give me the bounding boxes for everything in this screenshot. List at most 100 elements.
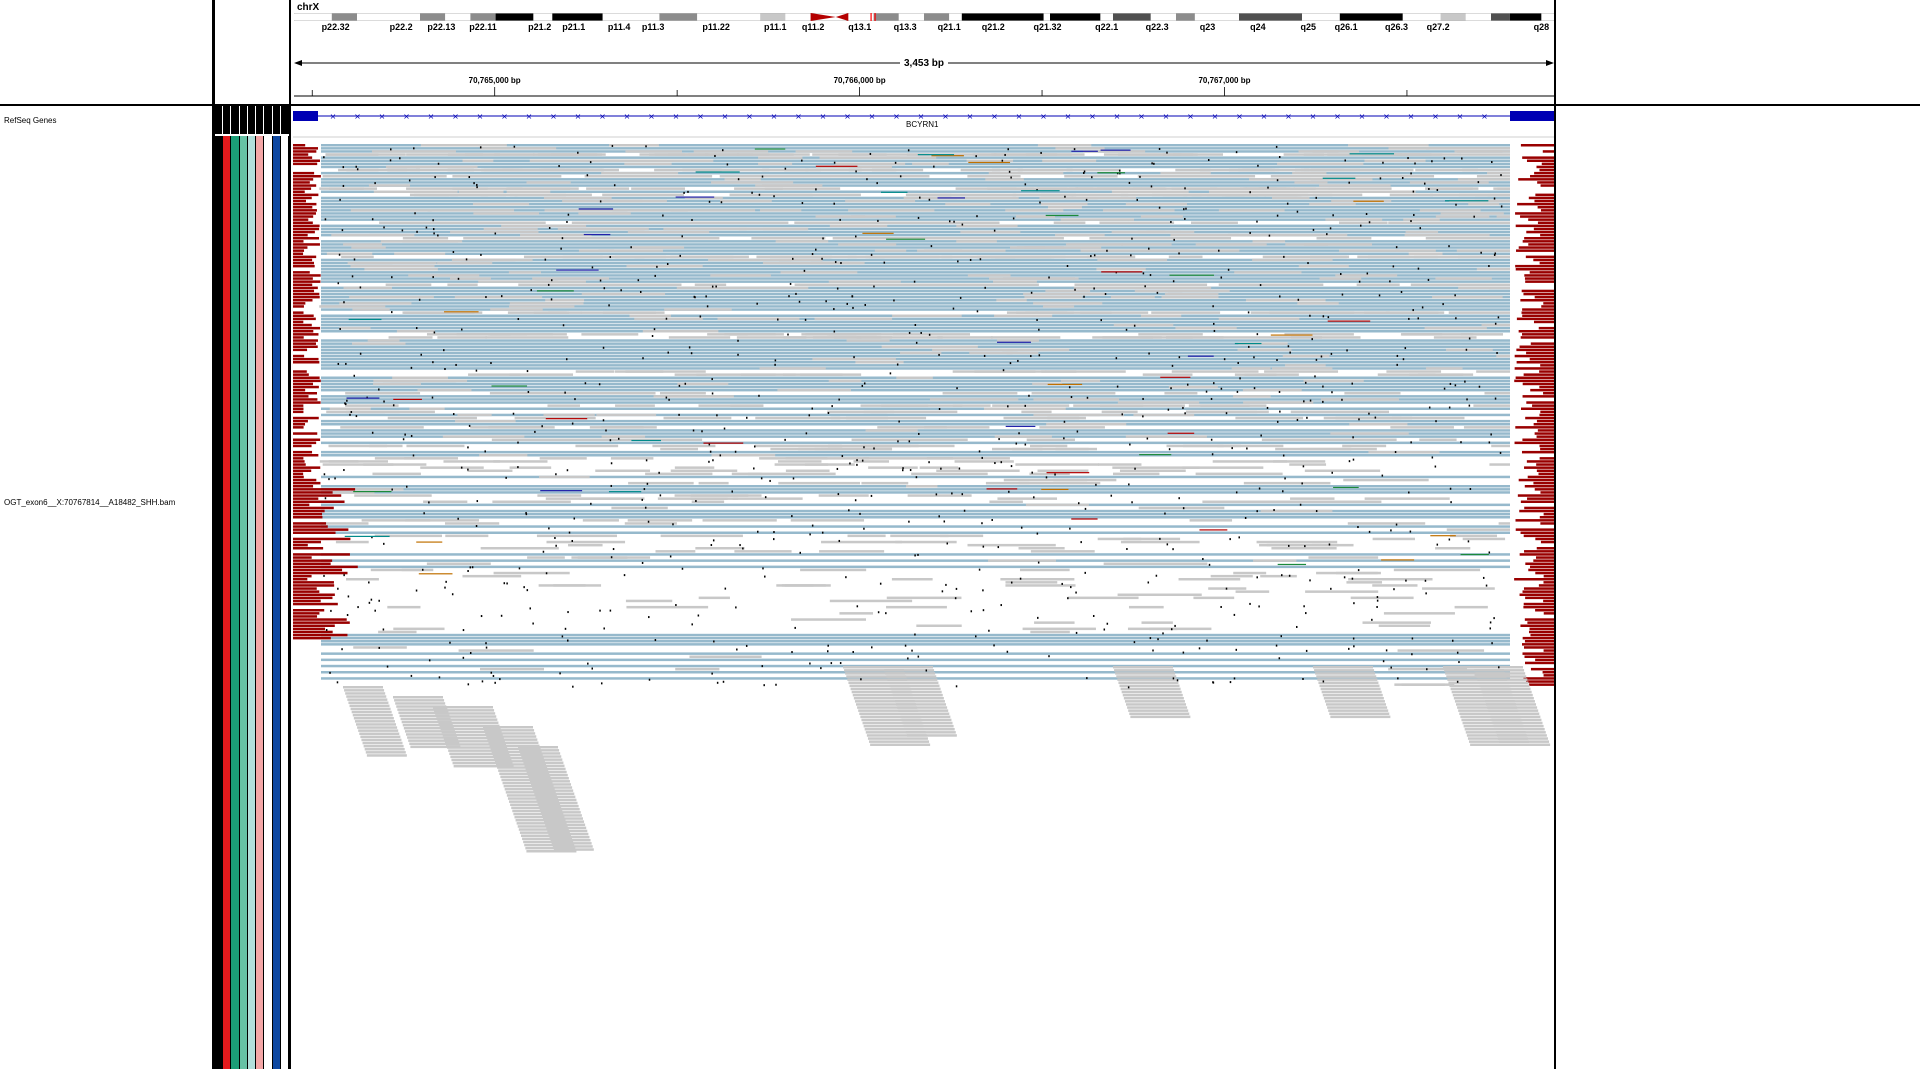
softclip-left [293,171,315,175]
attribute-column[interactable] [264,136,273,1069]
mismatch [1176,679,1179,682]
mismatch [976,310,979,313]
span-label: 3,453 bp [900,58,949,69]
mismatch [651,335,654,338]
read [804,283,880,286]
attribute-header-cell[interactable] [280,106,289,134]
attribute-header-cell[interactable] [223,106,231,134]
gene-label[interactable]: BCYRN1 [906,120,938,129]
mismatch [610,462,613,465]
attribute-column[interactable] [239,136,248,1069]
mismatch [870,494,873,497]
softclip-left [293,274,321,277]
mismatch [1396,363,1398,366]
attribute-column[interactable] [223,136,232,1069]
mismatch [1257,164,1259,167]
mismatch [911,649,913,652]
mismatch [1125,328,1128,331]
attribute-header-cell[interactable] [231,106,239,134]
read [493,571,570,575]
mismatch [863,446,865,449]
mismatch [764,496,767,499]
ruler-tick-label: 70,766,000 bp [834,76,886,85]
mismatch [467,570,469,573]
mismatch [1182,507,1185,510]
mismatch [517,441,519,444]
refseq-track-name[interactable]: RefSeq Genes [4,116,56,125]
read [1328,187,1392,190]
softclip-right [1516,317,1554,321]
chromosome-label[interactable]: chrX [297,2,319,13]
softclip-left [293,184,317,187]
mismatch [907,657,909,660]
mismatch [1279,410,1281,413]
read [351,246,386,249]
mismatch [1282,490,1284,493]
mismatch [928,198,931,201]
mismatch [1083,171,1085,174]
mismatch [1309,399,1312,402]
mismatch [951,492,953,495]
read [492,500,571,503]
mismatch [920,331,922,334]
cytoband [697,13,748,21]
read [1128,221,1162,224]
bam-track-name[interactable]: OGT_exon6__X:70767814__A18482_SHH.bam [4,498,175,507]
softclip-left [293,540,321,544]
mismatch [513,145,516,148]
attribute-header-cell[interactable] [215,106,223,134]
read [1424,326,1487,330]
mismatch [1330,352,1333,355]
attribute-column[interactable] [247,136,257,1069]
attribute-panel[interactable] [213,106,291,1069]
read [1191,221,1238,224]
attribute-column[interactable] [215,136,224,1069]
read [1252,258,1333,262]
attribute-header-cell[interactable] [256,106,264,134]
read [865,429,918,432]
attribute-header-cell[interactable] [239,106,247,134]
colored-segment [1047,383,1083,386]
read [1290,497,1335,500]
attribute-header-cell[interactable] [247,106,256,134]
mismatch [457,277,460,280]
softclip-left [293,450,313,454]
mismatch [1376,596,1379,599]
read [360,735,401,739]
softclip-left [293,382,314,386]
read [891,690,942,694]
read [507,187,571,190]
mismatch [1249,191,1251,194]
attribute-column[interactable] [272,136,281,1069]
mismatch [672,523,674,526]
attribute-column[interactable] [280,136,289,1069]
read-pair-spanning [321,401,1510,404]
mismatch [712,539,715,542]
softclip-left [293,326,321,330]
mismatch [1410,220,1412,223]
mismatch [1158,206,1161,209]
softclip-right [1522,156,1554,159]
read [868,466,918,469]
softclip-right [1516,348,1554,352]
mismatch [1033,496,1035,499]
attribute-column[interactable] [231,136,240,1069]
softclip-right [1526,401,1554,404]
mismatch [684,382,687,385]
softclip-left [293,509,325,513]
softclip-left [293,289,315,293]
softclip-right [1536,463,1554,466]
attribute-column[interactable] [256,136,265,1069]
attribute-header-cell[interactable] [272,106,280,134]
colored-segment [545,418,588,420]
mismatch [1063,420,1066,423]
chromosome-ideogram[interactable] [294,13,1554,21]
softclip-right [1524,274,1554,277]
read [1151,311,1221,314]
colored-segment [346,397,380,399]
alignment-data-panel[interactable]: × × × × × × × × × × × × × × × × × × × × × × × × × × × × × × × × × × × × × × × ×… [293,106,1554,1069]
read [1440,212,1504,215]
attribute-header-cell[interactable] [264,106,272,134]
softclip-right [1524,618,1554,621]
mismatch [908,520,910,523]
